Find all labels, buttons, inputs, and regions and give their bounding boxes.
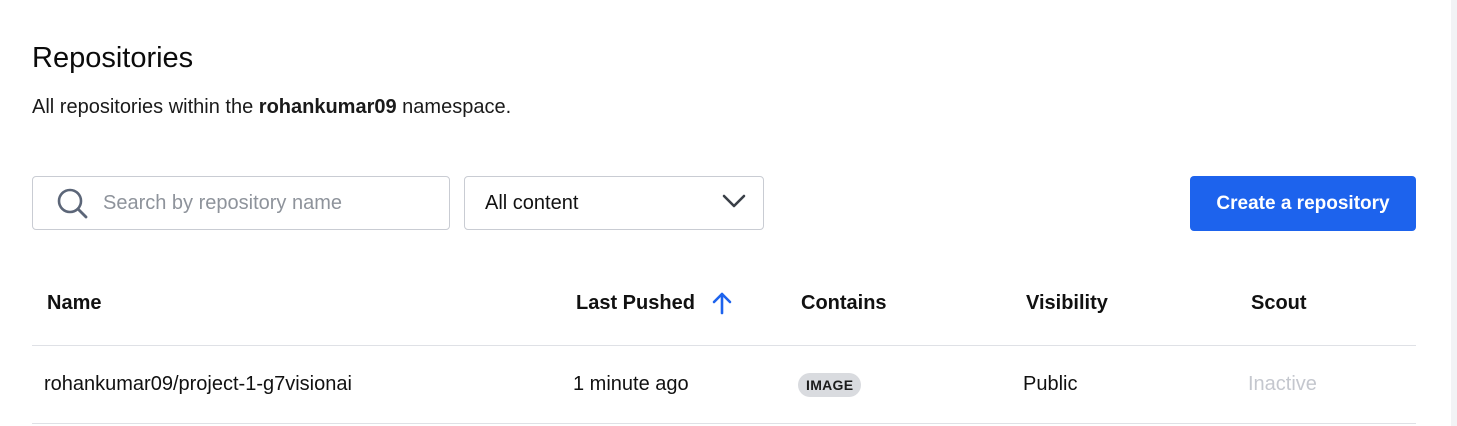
search-icon — [55, 186, 89, 220]
column-header-scout[interactable]: Scout — [1251, 291, 1307, 315]
table-header: Name Last Pushed Contains Visibility Sco… — [32, 270, 1416, 346]
column-header-name[interactable]: Name — [47, 291, 101, 315]
search-input[interactable] — [101, 190, 425, 216]
visibility-cell: Public — [1023, 373, 1078, 395]
chevron-down-icon — [721, 193, 747, 214]
page-title: Repositories — [32, 42, 194, 74]
create-repository-button[interactable]: Create a repository — [1190, 176, 1416, 231]
subtitle-suffix: namespace. — [396, 96, 512, 118]
column-header-visibility-label: Visibility — [1026, 292, 1108, 314]
subtitle-prefix: All repositories within the — [32, 96, 259, 118]
content-type-badge: IMAGE — [798, 373, 862, 397]
repositories-table: Name Last Pushed Contains Visibility Sco… — [32, 270, 1416, 424]
page-subtitle: All repositories within the rohankumar09… — [32, 94, 511, 120]
column-header-scout-label: Scout — [1251, 292, 1307, 314]
namespace-name: rohankumar09 — [258, 96, 397, 118]
column-header-name-label: Name — [47, 292, 102, 314]
column-header-last-pushed[interactable]: Last Pushed — [576, 291, 733, 315]
table-row[interactable]: rohankumar09/project-1-g7visionai 1 minu… — [32, 346, 1416, 424]
column-header-contains-label: Contains — [801, 292, 887, 314]
arrow-up-icon[interactable] — [711, 291, 733, 315]
content-filter-select[interactable]: All content — [464, 176, 764, 230]
scout-status-cell: Inactive — [1248, 373, 1317, 395]
column-header-last-pushed-label: Last Pushed — [576, 292, 695, 314]
column-header-contains[interactable]: Contains — [801, 291, 887, 315]
last-pushed-cell: 1 minute ago — [573, 373, 689, 395]
column-header-visibility[interactable]: Visibility — [1026, 291, 1108, 315]
scrollbar-track[interactable] — [1451, 0, 1457, 426]
repositories-page: Repositories All repositories within the… — [0, 0, 1457, 426]
content-filter-value: All content — [485, 191, 579, 214]
repository-name-link[interactable]: rohankumar09/project-1-g7visionai — [44, 372, 352, 396]
search-box[interactable] — [32, 176, 450, 230]
